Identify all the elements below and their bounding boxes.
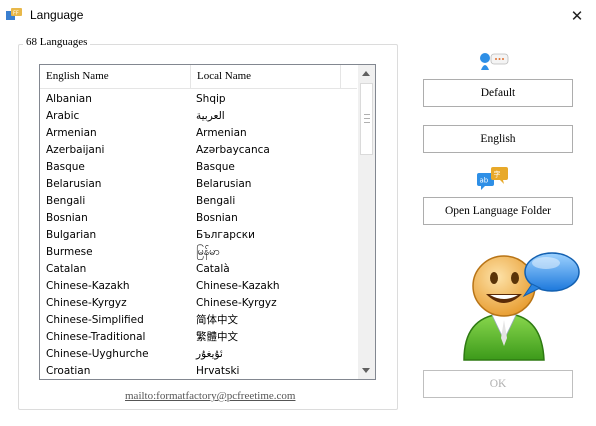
list-item[interactable]: Armenian Armenian (40, 125, 357, 142)
list-item[interactable]: Bosnian Bosnian (40, 210, 357, 227)
local-name-cell: Bengali (196, 195, 236, 207)
local-name-cell: Hrvatski (196, 365, 240, 377)
local-name-cell: العربية (196, 110, 225, 122)
list-item[interactable]: Burmese မြန်မာ (40, 244, 357, 261)
list-item[interactable]: Bulgarian Български (40, 227, 357, 244)
close-icon: ✕ (570, 8, 584, 25)
local-name-cell: Basque (196, 161, 235, 173)
scroll-up-arrow-icon[interactable] (362, 71, 370, 76)
local-name-cell: Български (196, 229, 255, 241)
local-name-cell: Armenian (196, 127, 247, 139)
english-name-cell: Bengali (46, 195, 86, 207)
column-header-english-name[interactable]: English Name (40, 65, 191, 88)
local-name-cell: Bosnian (196, 212, 238, 224)
svg-text:ab: ab (480, 177, 489, 185)
list-header: English Name Local Name (40, 65, 357, 89)
english-name-cell: Bulgarian (46, 229, 97, 241)
english-name-cell: Chinese-Simplified (46, 314, 144, 326)
user-speech-icon (463, 252, 580, 361)
english-name-cell: Chinese-Kazakh (46, 280, 130, 292)
english-name-cell: Burmese (46, 246, 93, 258)
english-name-cell: Azerbaijani (46, 144, 105, 156)
list-item[interactable]: Chinese-Simplified 简体中文 (40, 312, 357, 329)
open-language-folder-button[interactable]: Open Language Folder (423, 197, 573, 225)
close-button[interactable]: ✕ (562, 5, 592, 27)
languages-count-label: 68 Languages (23, 36, 91, 48)
list-item[interactable]: Chinese-Kazakh Chinese-Kazakh (40, 278, 357, 295)
english-name-cell: Croatian (46, 365, 91, 377)
mailto-link[interactable]: mailto:formatfactory@pcfreetime.com (125, 390, 295, 402)
local-name-cell: 简体中文 (196, 314, 238, 326)
default-button[interactable]: Default (423, 79, 573, 107)
local-name-cell: Català (196, 263, 230, 275)
title-bar: FF Language ✕ (0, 0, 596, 31)
list-item[interactable]: Catalan Català (40, 261, 357, 278)
list-item[interactable]: Arabic العربية (40, 108, 357, 125)
local-name-cell: Belarusian (196, 178, 252, 190)
scroll-thumb[interactable] (360, 83, 373, 155)
list-item[interactable]: Croatian Hrvatski (40, 363, 357, 379)
app-icon: FF (6, 8, 22, 20)
local-name-cell: Shqip (196, 93, 226, 105)
english-button[interactable]: English (423, 125, 573, 153)
list-item[interactable]: Bengali Bengali (40, 193, 357, 210)
local-name-cell: မြန်မာ (196, 246, 220, 258)
english-name-cell: Armenian (46, 127, 97, 139)
vertical-scrollbar[interactable] (358, 65, 375, 379)
english-name-cell: Bosnian (46, 212, 88, 224)
ok-button[interactable]: OK (423, 370, 573, 398)
english-name-cell: Arabic (46, 110, 80, 122)
list-item[interactable]: Chinese-Kyrgyz Chinese-Kyrgyz (40, 295, 357, 312)
english-name-cell: Albanian (46, 93, 92, 105)
translate-bubbles-icon: ab 字 (477, 167, 508, 190)
local-name-cell: Azərbaycanca (196, 144, 270, 156)
list-item[interactable]: Chinese-Traditional 繁體中文 (40, 329, 357, 346)
list-item[interactable]: Albanian Shqip (40, 91, 357, 108)
local-name-cell: Chinese-Kazakh (196, 280, 280, 292)
list-item[interactable]: Azerbaijani Azərbaycanca (40, 142, 357, 159)
svg-text:FF: FF (13, 11, 19, 17)
scroll-down-arrow-icon[interactable] (362, 368, 370, 373)
local-name-cell: Chinese-Kyrgyz (196, 297, 277, 309)
list-item[interactable]: Basque Basque (40, 159, 357, 176)
speech-person-icon (480, 53, 509, 70)
language-list[interactable]: English Name Local Name Albanian Shqip Ara… (39, 64, 376, 380)
list-item[interactable]: Belarusian Belarusian (40, 176, 357, 193)
list-item[interactable]: Chinese-Uyghurche ئۇيغۇر (40, 346, 357, 363)
english-name-cell: Basque (46, 161, 85, 173)
english-name-cell: Chinese-Uyghurche (46, 348, 149, 360)
local-name-cell: 繁體中文 (196, 331, 238, 343)
window-title: Language (30, 8, 84, 22)
column-header-local-name[interactable]: Local Name (191, 65, 341, 88)
svg-text:字: 字 (494, 170, 501, 179)
local-name-cell: ئۇيغۇر (196, 348, 223, 360)
list-rows: Albanian Shqip Arabic العربية Armenian Armeni… (40, 91, 357, 379)
english-name-cell: Chinese-Traditional (46, 331, 146, 343)
english-name-cell: Catalan (46, 263, 87, 275)
english-name-cell: Belarusian (46, 178, 102, 190)
english-name-cell: Chinese-Kyrgyz (46, 297, 127, 309)
